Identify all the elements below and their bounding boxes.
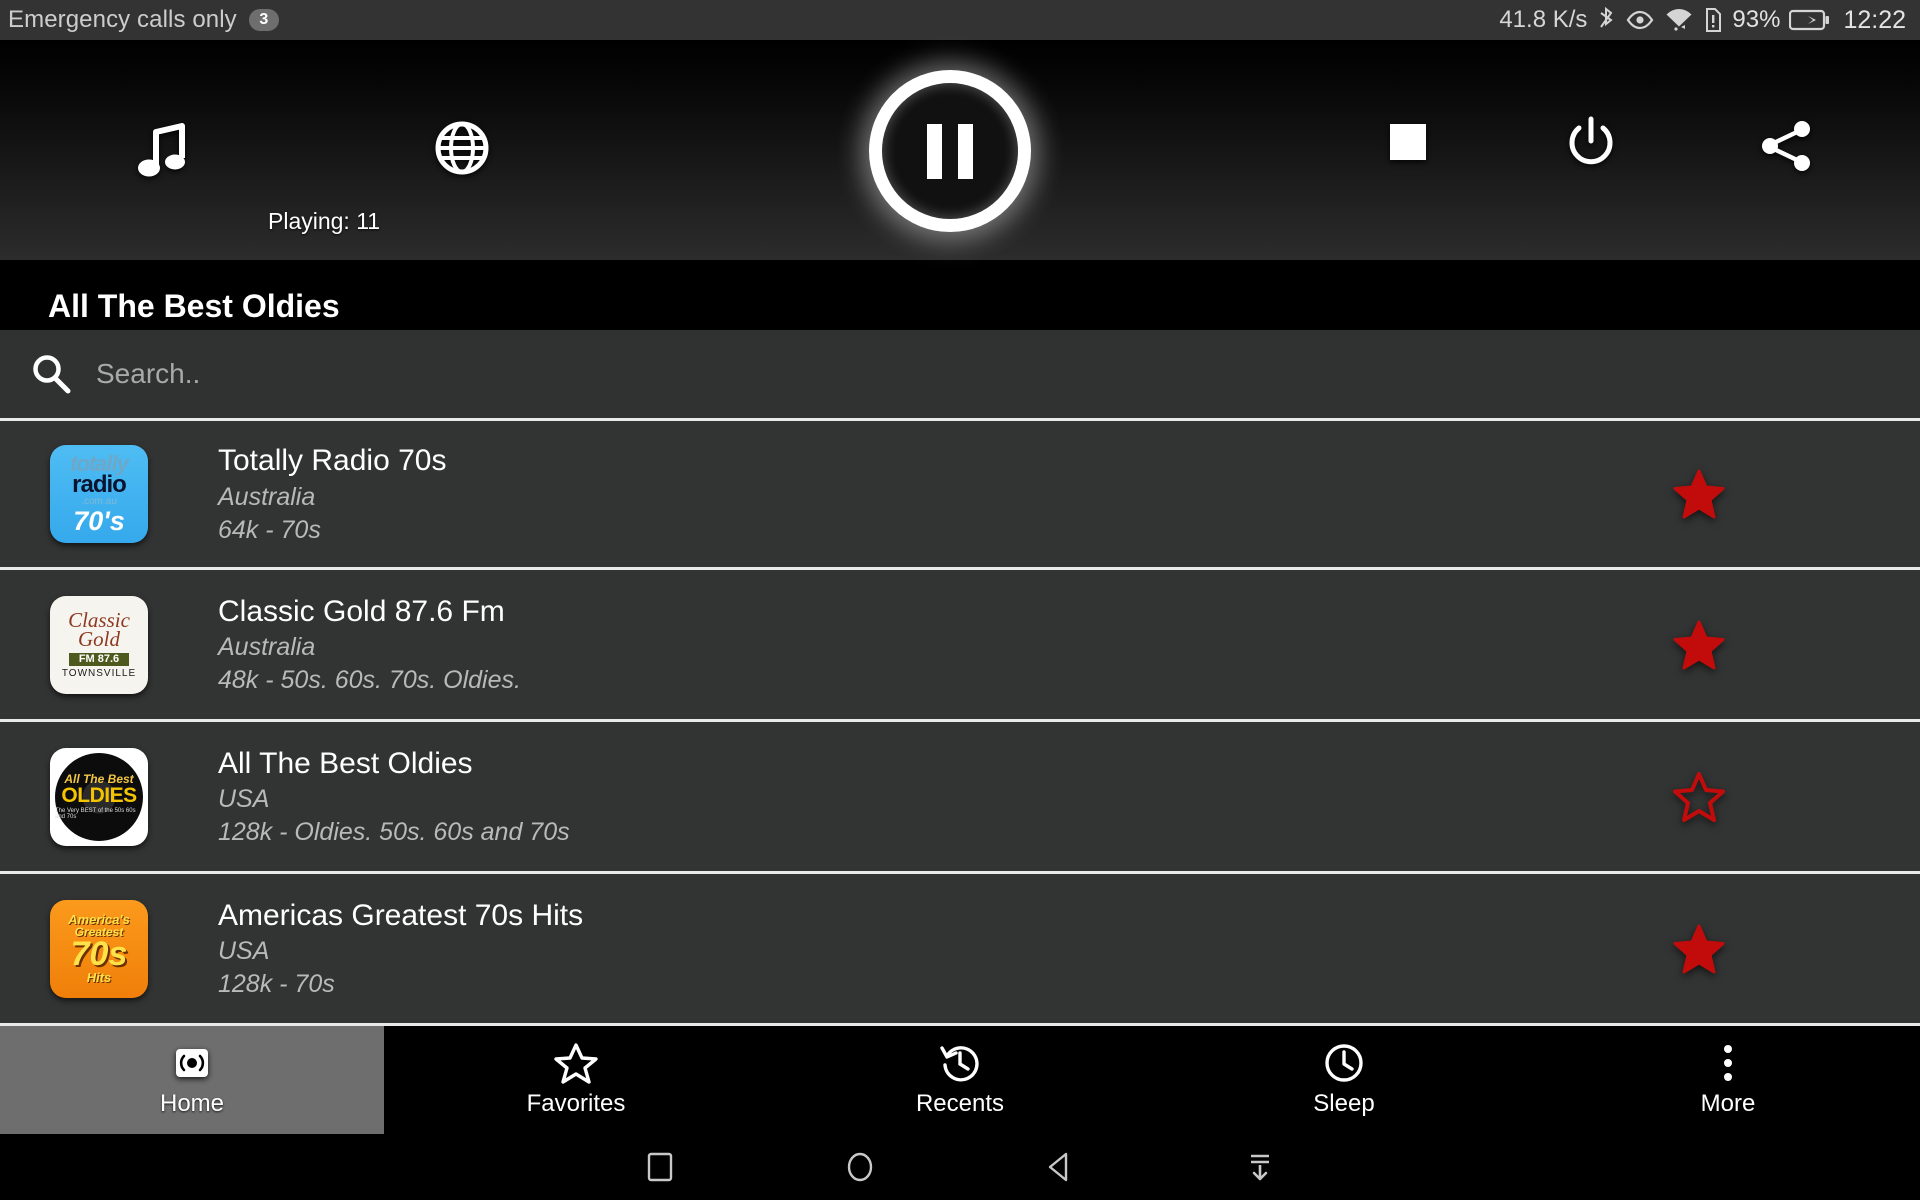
station-meta: Totally Radio 70s Australia 64k - 70s [218,445,446,543]
wifi-icon [1664,6,1694,34]
station-logo[interactable]: All The Best OLDIES The Very BEST of the 5… [50,747,148,846]
station-list[interactable]: totally radio .com.au 70's Totally Radio 70s… [0,418,1920,1026]
pause-icon [869,70,1031,232]
hide-keyboard-icon[interactable] [1160,1150,1360,1184]
station-name: Americas Greatest 70s Hits [218,898,584,932]
station-logo-art: All The Best OLDIES The Very BEST of the 5… [50,747,148,846]
station-country: USA [218,785,270,814]
history-icon [939,1042,981,1084]
station-meta: Americas Greatest 70s Hits USA 128k - 70s [218,900,583,998]
player-header: Playing: 11 All The Best Oldies [0,40,1920,324]
recents-square-icon[interactable] [560,1150,760,1184]
logo-line-2: Gold [78,627,120,651]
station-logo[interactable]: totally radio .com.au 70's [50,445,148,543]
table-row[interactable]: totally radio .com.au 70's Totally Radio 70s… [0,418,1920,570]
play-pause-button[interactable] [869,70,1031,232]
battery-charging-icon [1789,7,1831,33]
station-info: 128k - Oldies. 50s. 60s and 70s [218,818,570,847]
battery-percent-label: 93% [1732,6,1781,33]
clock-icon [1323,1042,1365,1084]
favorite-star-outline-icon[interactable] [1673,771,1725,823]
logo-line-3: The Very BEST of the 50s 60s and 70s [55,808,136,820]
share-icon[interactable] [1760,118,1814,174]
logo-line-4: Hits [86,969,112,985]
favorite-star-filled-icon[interactable] [1673,468,1725,520]
bottom-navigation-bar[interactable]: Home Favorites Recents Sleep More [0,1026,1920,1134]
station-info: 64k - 70s [218,515,321,544]
radio-broadcast-icon [171,1042,213,1084]
power-icon[interactable] [1565,115,1617,171]
nav-item-label: Favorites [526,1090,626,1117]
station-info: 128k - 70s [218,970,335,999]
nav-item-label: Recents [915,1090,1005,1117]
globe-icon[interactable] [434,120,490,176]
logo-line-4: TOWNSVILLE [61,668,137,679]
nav-item-label: Home [159,1090,225,1117]
playing-index-label: Playing: 11 [268,208,381,234]
back-triangle-icon[interactable] [960,1150,1160,1184]
vinyl-disc: All The Best OLDIES The Very BEST of the 5… [55,752,143,841]
notification-count-badge: 3 [248,9,279,31]
station-country: Australia [218,482,316,511]
station-meta: Classic Gold 87.6 Fm Australia 48k - 50s. … [218,596,521,694]
station-logo-art: totally radio .com.au 70's [50,445,148,543]
nav-item-recents[interactable]: Recents [768,1026,1152,1134]
station-logo[interactable]: America's Greatest 70s Hits [50,899,148,998]
stop-icon[interactable] [1388,122,1428,162]
logo-line-2: OLDIES [61,784,137,807]
favorite-star-filled-icon[interactable] [1673,923,1725,975]
station-name: Totally Radio 70s [218,444,447,478]
nav-item-label: Sleep [1313,1090,1375,1117]
status-bar-left: Emergency calls only 3 [8,6,279,34]
station-logo-art: America's Greatest 70s Hits [50,899,148,998]
eye-icon [1625,6,1655,34]
nav-item-more[interactable]: More [1536,1026,1920,1134]
overflow-menu-icon [1719,1042,1737,1084]
table-row[interactable]: America's Greatest 70s Hits Americas Greates… [0,874,1920,1026]
home-circle-icon[interactable] [760,1150,960,1184]
logo-line-3: 70s [70,935,128,974]
nav-item-favorites[interactable]: Favorites [384,1026,768,1134]
table-row[interactable]: All The Best OLDIES The Very BEST of the 5… [0,722,1920,874]
station-logo-art: Classic Gold FM 87.6 TOWNSVILLE [50,595,148,694]
logo-line-4: 70's [73,506,125,536]
search-bar[interactable] [0,330,1920,418]
radio-app-screen: Emergency calls only 3 41.8 K/s 93% 12:2… [0,0,1920,1200]
station-name: Classic Gold 87.6 Fm [218,594,505,628]
table-row[interactable]: Classic Gold FM 87.6 TOWNSVILLE Classic Gold… [0,570,1920,722]
status-bar-right: 41.8 K/s 93% 12:22 [1499,6,1906,35]
network-speed-label: 41.8 K/s [1499,6,1588,33]
station-country: Australia [218,633,316,662]
station-name: All The Best Oldies [218,746,473,780]
station-country: USA [218,937,270,966]
station-logo[interactable]: Classic Gold FM 87.6 TOWNSVILLE [50,595,148,694]
sim-alert-icon [1703,6,1723,34]
station-meta: All The Best Oldies USA 128k - Oldies. 50s… [218,748,570,846]
star-outline-icon [554,1042,598,1084]
now-playing-title: All The Best Oldies [48,288,340,324]
search-input[interactable] [96,358,1920,390]
favorite-star-filled-icon[interactable] [1673,619,1725,671]
carrier-label: Emergency calls only [8,6,237,33]
station-info: 48k - 50s. 60s. 70s. Oldies. [218,666,521,695]
nav-item-home[interactable]: Home [0,1026,384,1134]
search-icon[interactable] [22,352,80,396]
logo-line-2: radio [72,471,127,498]
logo-line-3: FM 87.6 [68,653,130,666]
nav-item-label: More [1700,1090,1756,1117]
clock-label: 12:22 [1843,5,1906,34]
bluetooth-icon [1596,6,1616,34]
nav-item-sleep[interactable]: Sleep [1152,1026,1536,1134]
android-status-bar: Emergency calls only 3 41.8 K/s 93% 12:2… [0,0,1920,40]
music-note-icon[interactable] [138,122,188,184]
android-navigation-bar[interactable] [0,1134,1920,1200]
